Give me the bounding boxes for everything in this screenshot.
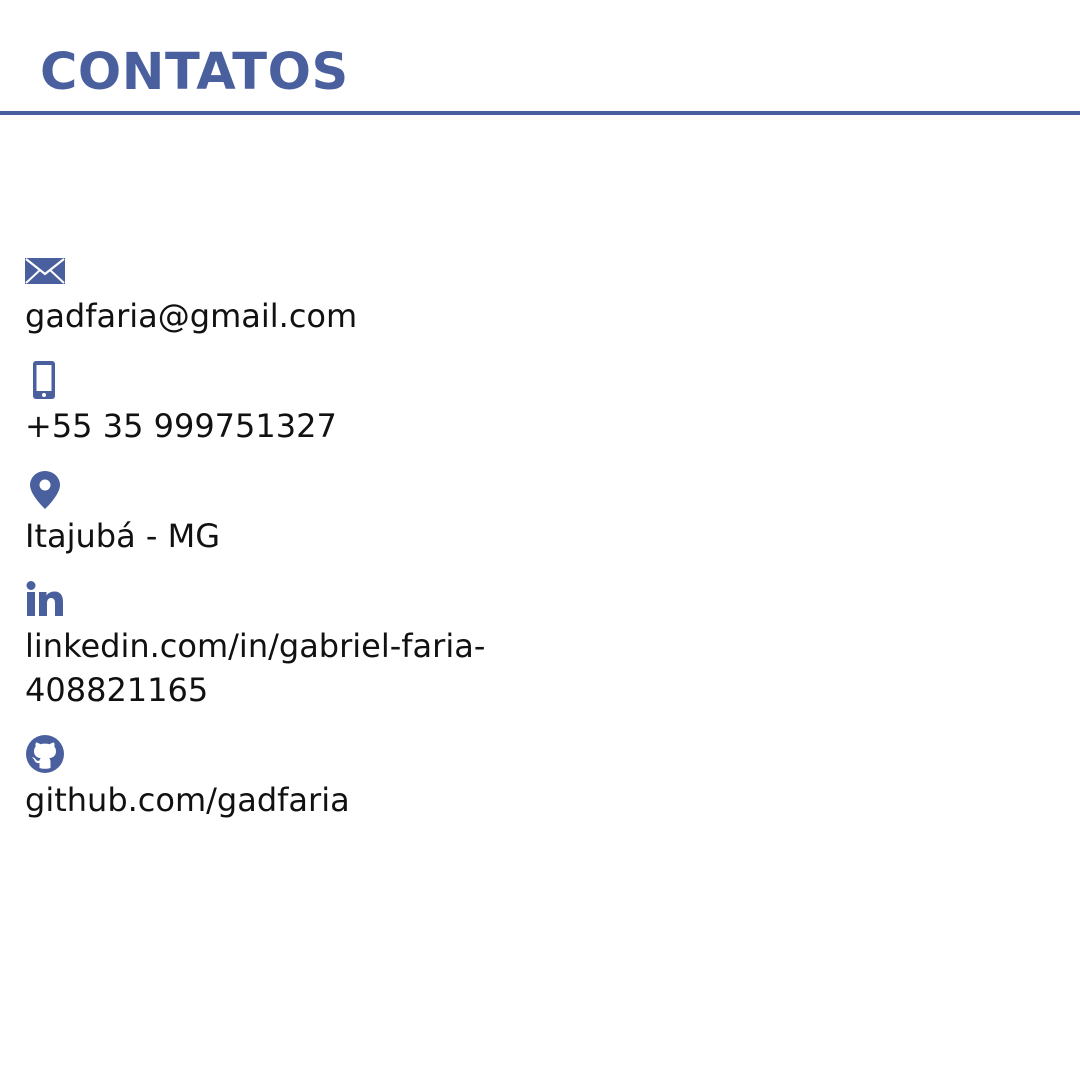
github-icon [25, 734, 67, 774]
envelope-icon [25, 250, 67, 290]
github-link[interactable]: github.com/gadfaria [25, 778, 505, 822]
contact-item-location: Itajubá - MG [25, 470, 545, 558]
linkedin-link[interactable]: linkedin.com/in/gabriel-faria-408821165 [25, 624, 505, 712]
phone-number: +55 35 999751327 [25, 407, 337, 445]
contact-item-email: gadfaria@gmail.com [25, 250, 545, 338]
phone-icon [25, 360, 67, 400]
email-link[interactable]: gadfaria@gmail.com [25, 294, 505, 338]
contact-list: gadfaria@gmail.com +55 35 999751327 Itaj… [25, 250, 545, 844]
location-text: Itajubá - MG [25, 517, 220, 555]
contact-item-phone: +55 35 999751327 [25, 360, 545, 448]
contacts-header: CONTATOS [0, 0, 1080, 115]
page-title: CONTATOS [40, 43, 349, 102]
location-pin-icon [25, 470, 67, 510]
contact-item-linkedin: linkedin.com/in/gabriel-faria-408821165 [25, 580, 545, 712]
contact-item-github: github.com/gadfaria [25, 734, 545, 822]
linkedin-icon [25, 580, 67, 620]
